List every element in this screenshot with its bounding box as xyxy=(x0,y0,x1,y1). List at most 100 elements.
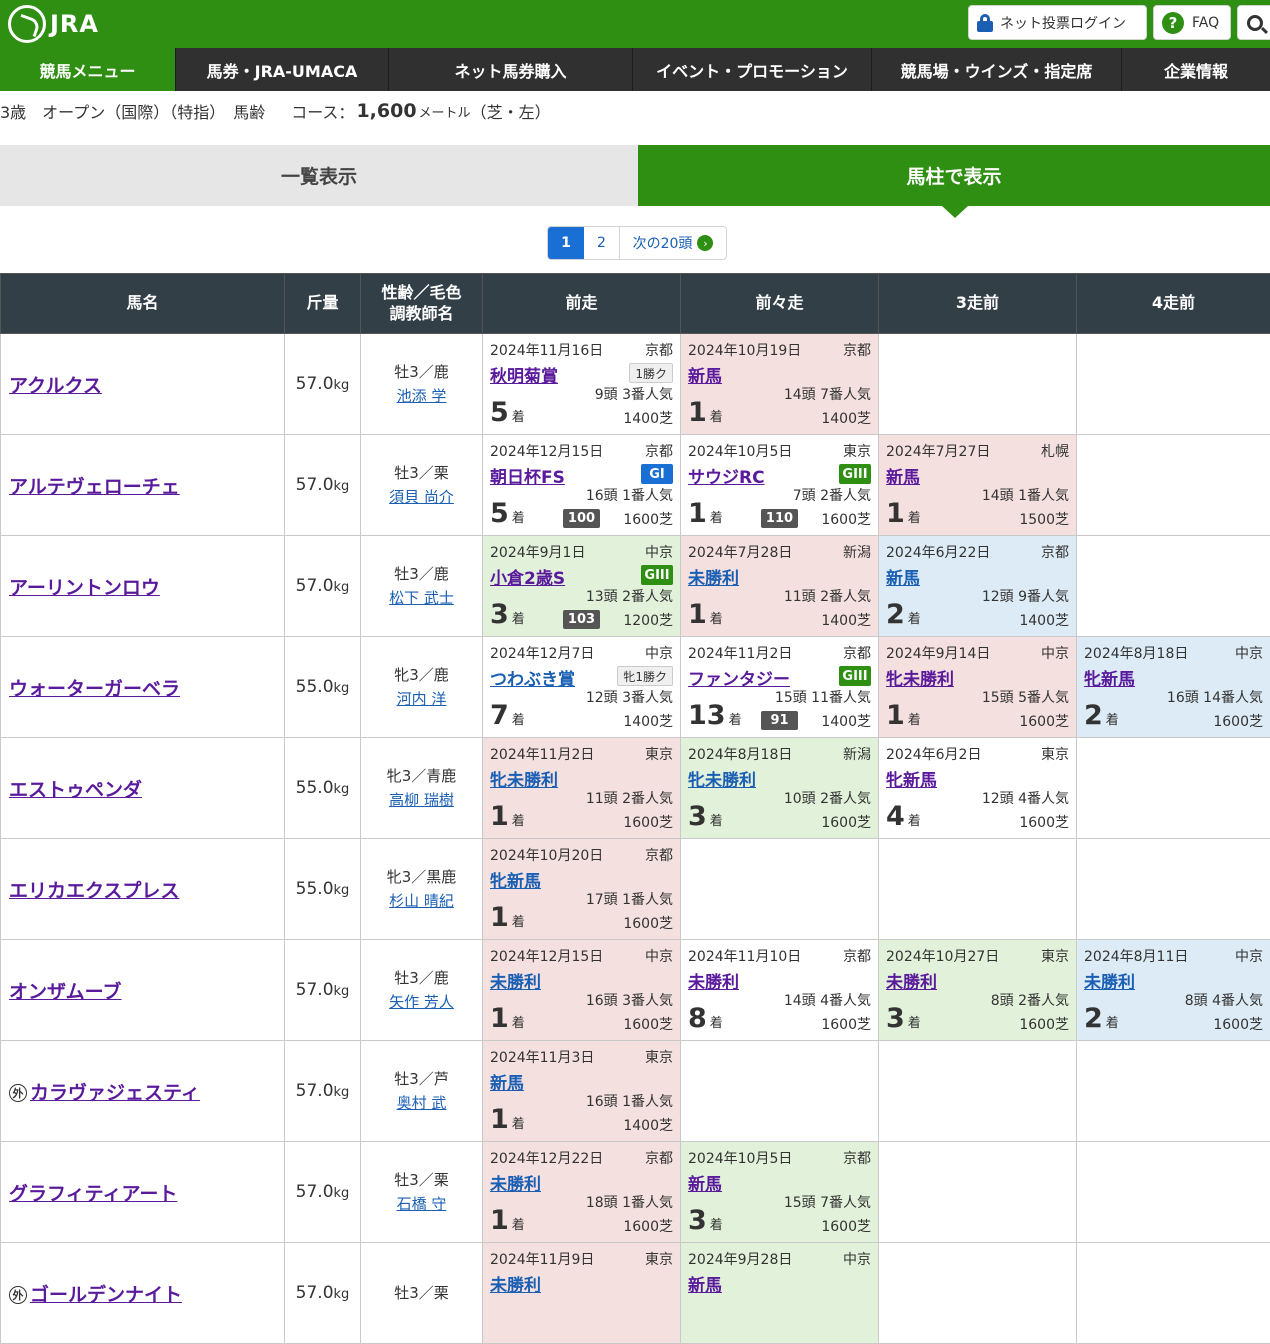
speed-score-badge: 91 xyxy=(761,711,798,730)
horse-name-link[interactable]: ゴールデンナイト xyxy=(30,1284,182,1306)
sex-trainer-cell: 牡3／栗須貝 尚介 xyxy=(361,435,483,536)
race-distance: 1400芝 xyxy=(1019,610,1069,630)
trainer-link[interactable]: 松下 武士 xyxy=(389,589,454,607)
horse-name-link[interactable]: エストゥペンダ xyxy=(9,779,142,801)
table-row: アルテヴェローチェ57.0kg牡3／栗須貝 尚介2024年12月15日京都朝日杯… xyxy=(1,435,1270,536)
global-nav: 競馬メニュー 馬券・JRA-UMACA ネット馬券購入 イベント・プロモーション… xyxy=(0,48,1270,91)
horse-name-link[interactable]: グラフィティアート xyxy=(9,1183,177,1205)
race-date: 2024年11月9日 xyxy=(490,1249,594,1269)
horse-name-link[interactable]: アルテヴェローチェ xyxy=(9,476,180,498)
trainer-link[interactable]: 高柳 瑞樹 xyxy=(389,791,454,809)
race-name-link[interactable]: 牝新馬 xyxy=(490,867,541,892)
race-distance: 1400芝 xyxy=(623,1115,673,1135)
faq-button[interactable]: ? FAQ xyxy=(1153,5,1231,40)
field-size-popularity: 7頭 2番人気 xyxy=(793,486,871,507)
field-size-popularity: 13頭 2番人気 xyxy=(586,587,673,608)
sex-trainer-cell: 牝3／黒鹿杉山 晴紀 xyxy=(361,839,483,940)
field-size-popularity: 15頭 5番人気 xyxy=(982,688,1069,709)
field-size-popularity: 14頭 1番人気 xyxy=(982,486,1069,507)
trainer-link[interactable]: 矢作 芳人 xyxy=(389,993,454,1011)
trainer-link[interactable]: 池添 学 xyxy=(397,387,447,405)
table-row: エリカエクスプレス55.0kg牝3／黒鹿杉山 晴紀2024年10月20日京都牝新… xyxy=(1,839,1270,940)
jra-logo[interactable]: JRA xyxy=(8,5,99,43)
nav-keiba-menu[interactable]: 競馬メニュー xyxy=(0,48,176,91)
race-name-link[interactable]: 未勝利 xyxy=(1084,968,1135,993)
finish-place: 2着 xyxy=(1084,1005,1119,1032)
nav-corporate[interactable]: 企業情報 xyxy=(1122,48,1270,91)
race-venue: 中京 xyxy=(645,643,673,663)
field-size-popularity: 15頭 7番人気 xyxy=(784,1193,871,1214)
trainer-link[interactable]: 河内 洋 xyxy=(397,690,447,708)
race-venue: 新潟 xyxy=(843,542,871,562)
horse-name-link[interactable]: アーリントンロウ xyxy=(9,577,160,599)
foreign-mark-icon: 外 xyxy=(9,1084,27,1102)
field-size-popularity: 11頭 2番人気 xyxy=(586,789,673,810)
race-name-link[interactable]: 新馬 xyxy=(886,463,920,488)
race-distance: 1600芝 xyxy=(623,1014,673,1034)
race-name-link[interactable]: 牝新馬 xyxy=(886,766,937,791)
nav-racecourse[interactable]: 競馬場・ウインズ・指定席 xyxy=(872,48,1122,91)
race-distance: 1600芝 xyxy=(1213,1014,1263,1034)
race-name-link[interactable]: 牝未勝利 xyxy=(886,665,954,690)
race-name-link[interactable]: サウジRC xyxy=(688,463,765,488)
nav-baken[interactable]: 馬券・JRA-UMACA xyxy=(176,48,389,91)
race-name-link[interactable]: 新馬 xyxy=(688,1271,722,1296)
race-venue: 中京 xyxy=(843,1249,871,1269)
race-name-link[interactable]: 新馬 xyxy=(886,564,920,589)
trainer-link[interactable]: 石橋 守 xyxy=(397,1195,447,1213)
race-date: 2024年6月2日 xyxy=(886,744,981,764)
race-name-link[interactable]: 未勝利 xyxy=(886,968,937,993)
race-name-link[interactable]: 秋明菊賞 xyxy=(490,362,558,387)
search-button[interactable] xyxy=(1237,5,1270,40)
past-run-cell: 2024年11月10日京都未勝利8着14頭 4番人気1600芝 xyxy=(681,940,879,1041)
race-name-link[interactable]: 新馬 xyxy=(688,362,722,387)
race-conditions: 3歳 オープン（国際）（特指） 馬齢 コース： 1,600 メートル （芝・左） xyxy=(0,97,551,125)
race-name-link[interactable]: 小倉2歳S xyxy=(490,564,565,589)
race-name-link[interactable]: 朝日杯FS xyxy=(490,463,565,488)
horse-name-link[interactable]: オンザムーブ xyxy=(9,981,121,1003)
horse-name-link[interactable]: アクルクス xyxy=(9,375,102,397)
race-name-link[interactable]: ファンタジー xyxy=(688,665,790,690)
horse-name-link[interactable]: カラヴァジェスティ xyxy=(30,1082,200,1104)
race-venue: 東京 xyxy=(645,744,673,764)
race-name-link[interactable]: 未勝利 xyxy=(688,968,739,993)
empty-run-cell xyxy=(1077,839,1270,940)
column-view-tab[interactable]: 馬柱で表示 xyxy=(638,145,1270,206)
race-name-link[interactable]: 新馬 xyxy=(688,1170,722,1195)
trainer-link[interactable]: 奥村 武 xyxy=(397,1094,447,1112)
race-distance: 1600芝 xyxy=(821,1216,871,1236)
trainer-link[interactable]: 杉山 晴紀 xyxy=(389,892,454,910)
horse-name-link[interactable]: ウォーターガーベラ xyxy=(9,678,180,700)
race-date: 2024年9月1日 xyxy=(490,542,585,562)
nav-event[interactable]: イベント・プロモーション xyxy=(633,48,872,91)
field-size-popularity: 16頭 14番人気 xyxy=(1167,688,1263,709)
trainer-link[interactable]: 須貝 尚介 xyxy=(389,488,454,506)
page-1-button[interactable]: 1 xyxy=(548,227,584,259)
race-name-link[interactable]: つわぶき賞 xyxy=(490,665,575,690)
next-page-button[interactable]: 次の20頭› xyxy=(620,227,726,259)
question-icon: ? xyxy=(1162,12,1184,34)
page-2-button[interactable]: 2 xyxy=(584,227,620,259)
table-row: オンザムーブ57.0kg牡3／鹿矢作 芳人2024年12月15日中京未勝利1着1… xyxy=(1,940,1270,1041)
race-name-link[interactable]: 牝未勝利 xyxy=(490,766,558,791)
list-view-tab[interactable]: 一覧表示 xyxy=(0,145,638,206)
field-size-popularity: 12頭 4番人気 xyxy=(982,789,1069,810)
horse-name-link[interactable]: エリカエクスプレス xyxy=(9,880,179,902)
field-size-popularity: 16頭 1番人気 xyxy=(586,486,673,507)
race-name-link[interactable]: 未勝利 xyxy=(490,1170,541,1195)
race-name-link[interactable]: 牝未勝利 xyxy=(688,766,756,791)
nav-net-baken[interactable]: ネット馬券購入 xyxy=(389,48,633,91)
race-name-link[interactable]: 新馬 xyxy=(490,1069,524,1094)
net-vote-login-button[interactable]: ネット投票ログイン xyxy=(968,5,1147,40)
race-date: 2024年9月28日 xyxy=(688,1249,792,1269)
race-venue: 中京 xyxy=(1041,643,1069,663)
field-size-popularity: 14頭 4番人気 xyxy=(784,991,871,1012)
race-name-link[interactable]: 未勝利 xyxy=(490,968,541,993)
horse-name-cell: 外ゴールデンナイト xyxy=(1,1243,285,1344)
race-name-link[interactable]: 未勝利 xyxy=(490,1271,541,1296)
sex-trainer-cell: 牝3／青鹿高柳 瑞樹 xyxy=(361,738,483,839)
race-venue: 京都 xyxy=(645,340,673,360)
race-name-link[interactable]: 牝新馬 xyxy=(1084,665,1135,690)
race-name-link[interactable]: 未勝利 xyxy=(688,564,739,589)
field-size-popularity: 18頭 1番人気 xyxy=(586,1193,673,1214)
